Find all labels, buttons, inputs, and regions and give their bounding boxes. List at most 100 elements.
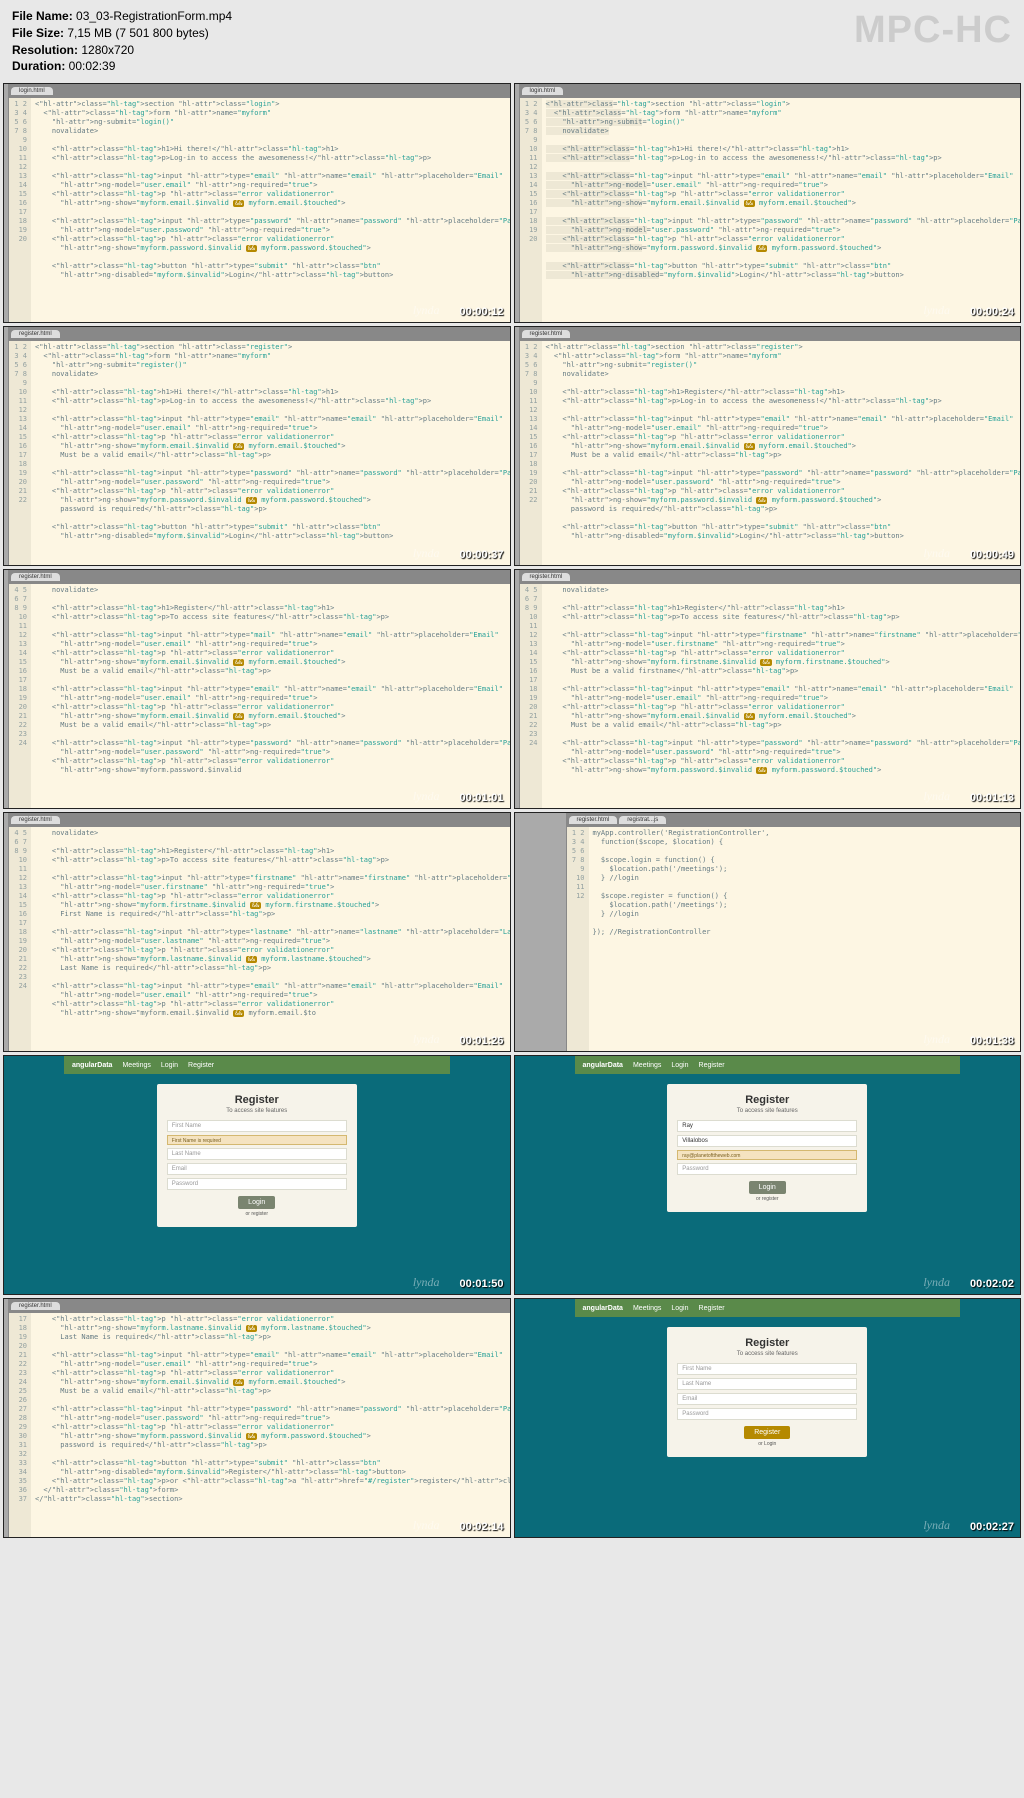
brand-watermark: lynda: [413, 546, 440, 561]
editor-tab[interactable]: login.html: [11, 87, 53, 95]
editor-tab[interactable]: register.html: [522, 573, 571, 581]
firstname-input[interactable]: First Name: [677, 1363, 857, 1375]
timestamp: 00:01:38: [970, 1035, 1014, 1047]
code-content: <"hl-attr">class="hl-tag">section "hl-at…: [542, 84, 1022, 322]
file-metadata: File Name: 03_03-RegistrationForm.mp4 Fi…: [0, 0, 1024, 83]
nav-login[interactable]: Login: [671, 1305, 688, 1312]
timestamp: 00:00:37: [459, 549, 503, 561]
password-input[interactable]: Password: [677, 1408, 857, 1420]
card-subtitle: To access site features: [677, 1351, 857, 1357]
thumbnail-8[interactable]: register.htmlregistrat...js 1 2 3 4 5 6 …: [514, 812, 1022, 1052]
thumbnail-1[interactable]: login.html 1 2 3 4 5 6 7 8 9 10 11 12 13…: [3, 83, 511, 323]
editor-tab[interactable]: register.html: [522, 330, 571, 338]
login-link[interactable]: or Login: [677, 1441, 857, 1447]
timestamp: 00:01:50: [459, 1278, 503, 1290]
brand-watermark: lynda: [413, 1275, 440, 1290]
duration-label: Duration:: [12, 59, 65, 73]
code-content: novalidate> <"hl-attr">class="hl-tag">h1…: [31, 813, 511, 1051]
register-link[interactable]: or register: [677, 1196, 857, 1202]
password-input[interactable]: Password: [167, 1178, 347, 1190]
preview-nav: angularData Meetings Login Register: [575, 1299, 961, 1317]
filesize-label: File Size:: [12, 26, 64, 40]
timestamp: 00:00:24: [970, 306, 1014, 318]
line-gutter: 1 2 3 4 5 6 7 8 9 10 11 12 13 14 15 16 1…: [520, 84, 542, 322]
editor-tab-2[interactable]: registrat...js: [619, 816, 666, 824]
line-gutter: 4 5 6 7 8 9 10 11 12 13 14 15 16 17 18 1…: [520, 570, 542, 808]
editor-tab[interactable]: register.html: [11, 330, 60, 338]
nav-register[interactable]: Register: [699, 1062, 725, 1069]
email-input[interactable]: Email: [167, 1163, 347, 1175]
resolution-value: 1280x720: [81, 43, 134, 57]
preview-nav: angularData Meetings Login Register: [64, 1056, 450, 1074]
password-input[interactable]: Password: [677, 1163, 857, 1175]
thumbnail-3[interactable]: register.html 1 2 3 4 5 6 7 8 9 10 11 12…: [3, 326, 511, 566]
register-card: Register To access site features First N…: [667, 1327, 867, 1457]
card-title: Register: [167, 1094, 347, 1106]
lastname-input[interactable]: Last Name: [677, 1378, 857, 1390]
brand-watermark: lynda: [923, 789, 950, 804]
email-input-hl[interactable]: ray@planetofttheweb.com: [677, 1150, 857, 1160]
thumbnail-10[interactable]: angularData Meetings Login Register Regi…: [514, 1055, 1022, 1295]
code-content: <"hl-attr">class="hl-tag">p "hl-attr">cl…: [31, 1299, 511, 1537]
line-gutter: 4 5 6 7 8 9 10 11 12 13 14 15 16 17 18 1…: [9, 570, 31, 808]
resolution-label: Resolution:: [12, 43, 78, 57]
thumbnail-2[interactable]: login.html 1 2 3 4 5 6 7 8 9 10 11 12 13…: [514, 83, 1022, 323]
register-card: Register To access site features First N…: [157, 1084, 357, 1227]
code-content: <"hl-attr">class="hl-tag">section "hl-at…: [542, 327, 1022, 565]
duration-value: 00:02:39: [69, 59, 116, 73]
thumbnail-5[interactable]: register.html 4 5 6 7 8 9 10 11 12 13 14…: [3, 569, 511, 809]
register-link[interactable]: or register: [167, 1211, 347, 1217]
nav-register[interactable]: Register: [188, 1062, 214, 1069]
code-content: <"hl-attr">class="hl-tag">section "hl-at…: [31, 327, 511, 565]
thumbnail-6[interactable]: register.html 4 5 6 7 8 9 10 11 12 13 14…: [514, 569, 1022, 809]
nav-meetings[interactable]: Meetings: [122, 1062, 150, 1069]
line-gutter: 4 5 6 7 8 9 10 11 12 13 14 15 16 17 18 1…: [9, 813, 31, 1051]
brand-watermark: lynda: [923, 1032, 950, 1047]
editor-tab[interactable]: register.html: [11, 573, 60, 581]
card-title: Register: [677, 1094, 857, 1106]
editor-tab[interactable]: login.html: [522, 87, 564, 95]
nav-meetings[interactable]: Meetings: [633, 1062, 661, 1069]
code-content: novalidate> <"hl-attr">class="hl-tag">h1…: [542, 570, 1022, 808]
thumbnail-9[interactable]: angularData Meetings Login Register Regi…: [3, 1055, 511, 1295]
nav-login[interactable]: Login: [671, 1062, 688, 1069]
email-input[interactable]: Email: [677, 1393, 857, 1405]
brand-watermark: lynda: [923, 303, 950, 318]
timestamp: 00:02:14: [459, 1521, 503, 1533]
code-content: myApp.controller('RegistrationController…: [589, 813, 1021, 1051]
editor-tab[interactable]: register.html: [11, 816, 60, 824]
nav-meetings[interactable]: Meetings: [633, 1305, 661, 1312]
register-card: Register To access site features Ray Vil…: [667, 1084, 867, 1212]
card-subtitle: To access site features: [677, 1108, 857, 1114]
nav-login[interactable]: Login: [161, 1062, 178, 1069]
lastname-input[interactable]: Villalobos: [677, 1135, 857, 1147]
brand-watermark: lynda: [413, 1518, 440, 1533]
file-tree: [515, 813, 567, 1051]
line-gutter: 1 2 3 4 5 6 7 8 9 10 11 12 13 14 15 16 1…: [9, 84, 31, 322]
filesize-value: 7,15 MB (7 501 800 bytes): [67, 26, 208, 40]
nav-register[interactable]: Register: [699, 1305, 725, 1312]
timestamp: 00:02:02: [970, 1278, 1014, 1290]
thumbnail-4[interactable]: register.html 1 2 3 4 5 6 7 8 9 10 11 12…: [514, 326, 1022, 566]
brand-watermark: lynda: [413, 1032, 440, 1047]
editor-tab[interactable]: register.html: [11, 1302, 60, 1310]
filename-label: File Name:: [12, 9, 73, 23]
thumbnail-11[interactable]: register.html 17 18 19 20 21 22 23 24 25…: [3, 1298, 511, 1538]
thumbnail-12[interactable]: angularData Meetings Login Register Regi…: [514, 1298, 1022, 1538]
line-gutter: 1 2 3 4 5 6 7 8 9 10 11 12 13 14 15 16 1…: [520, 327, 542, 565]
firstname-input[interactable]: First Name: [167, 1120, 347, 1132]
firstname-input[interactable]: Ray: [677, 1120, 857, 1132]
thumbnail-7[interactable]: register.html 4 5 6 7 8 9 10 11 12 13 14…: [3, 812, 511, 1052]
brand-watermark: lynda: [413, 303, 440, 318]
code-content: novalidate> <"hl-attr">class="hl-tag">h1…: [31, 570, 511, 808]
line-gutter: 17 18 19 20 21 22 23 24 25 26 27 28 29 3…: [9, 1299, 31, 1537]
timestamp: 00:02:27: [970, 1521, 1014, 1533]
login-button[interactable]: Login: [238, 1196, 275, 1209]
login-button[interactable]: Login: [749, 1181, 786, 1194]
line-gutter: 1 2 3 4 5 6 7 8 9 10 11 12 13 14 15 16 1…: [9, 327, 31, 565]
firstname-error: First Name is required: [167, 1135, 347, 1145]
line-gutter: 1 2 3 4 5 6 7 8 9 10 11 12: [567, 813, 589, 1051]
editor-tab[interactable]: register.html: [569, 816, 618, 824]
lastname-input[interactable]: Last Name: [167, 1148, 347, 1160]
register-button[interactable]: Register: [744, 1426, 790, 1439]
